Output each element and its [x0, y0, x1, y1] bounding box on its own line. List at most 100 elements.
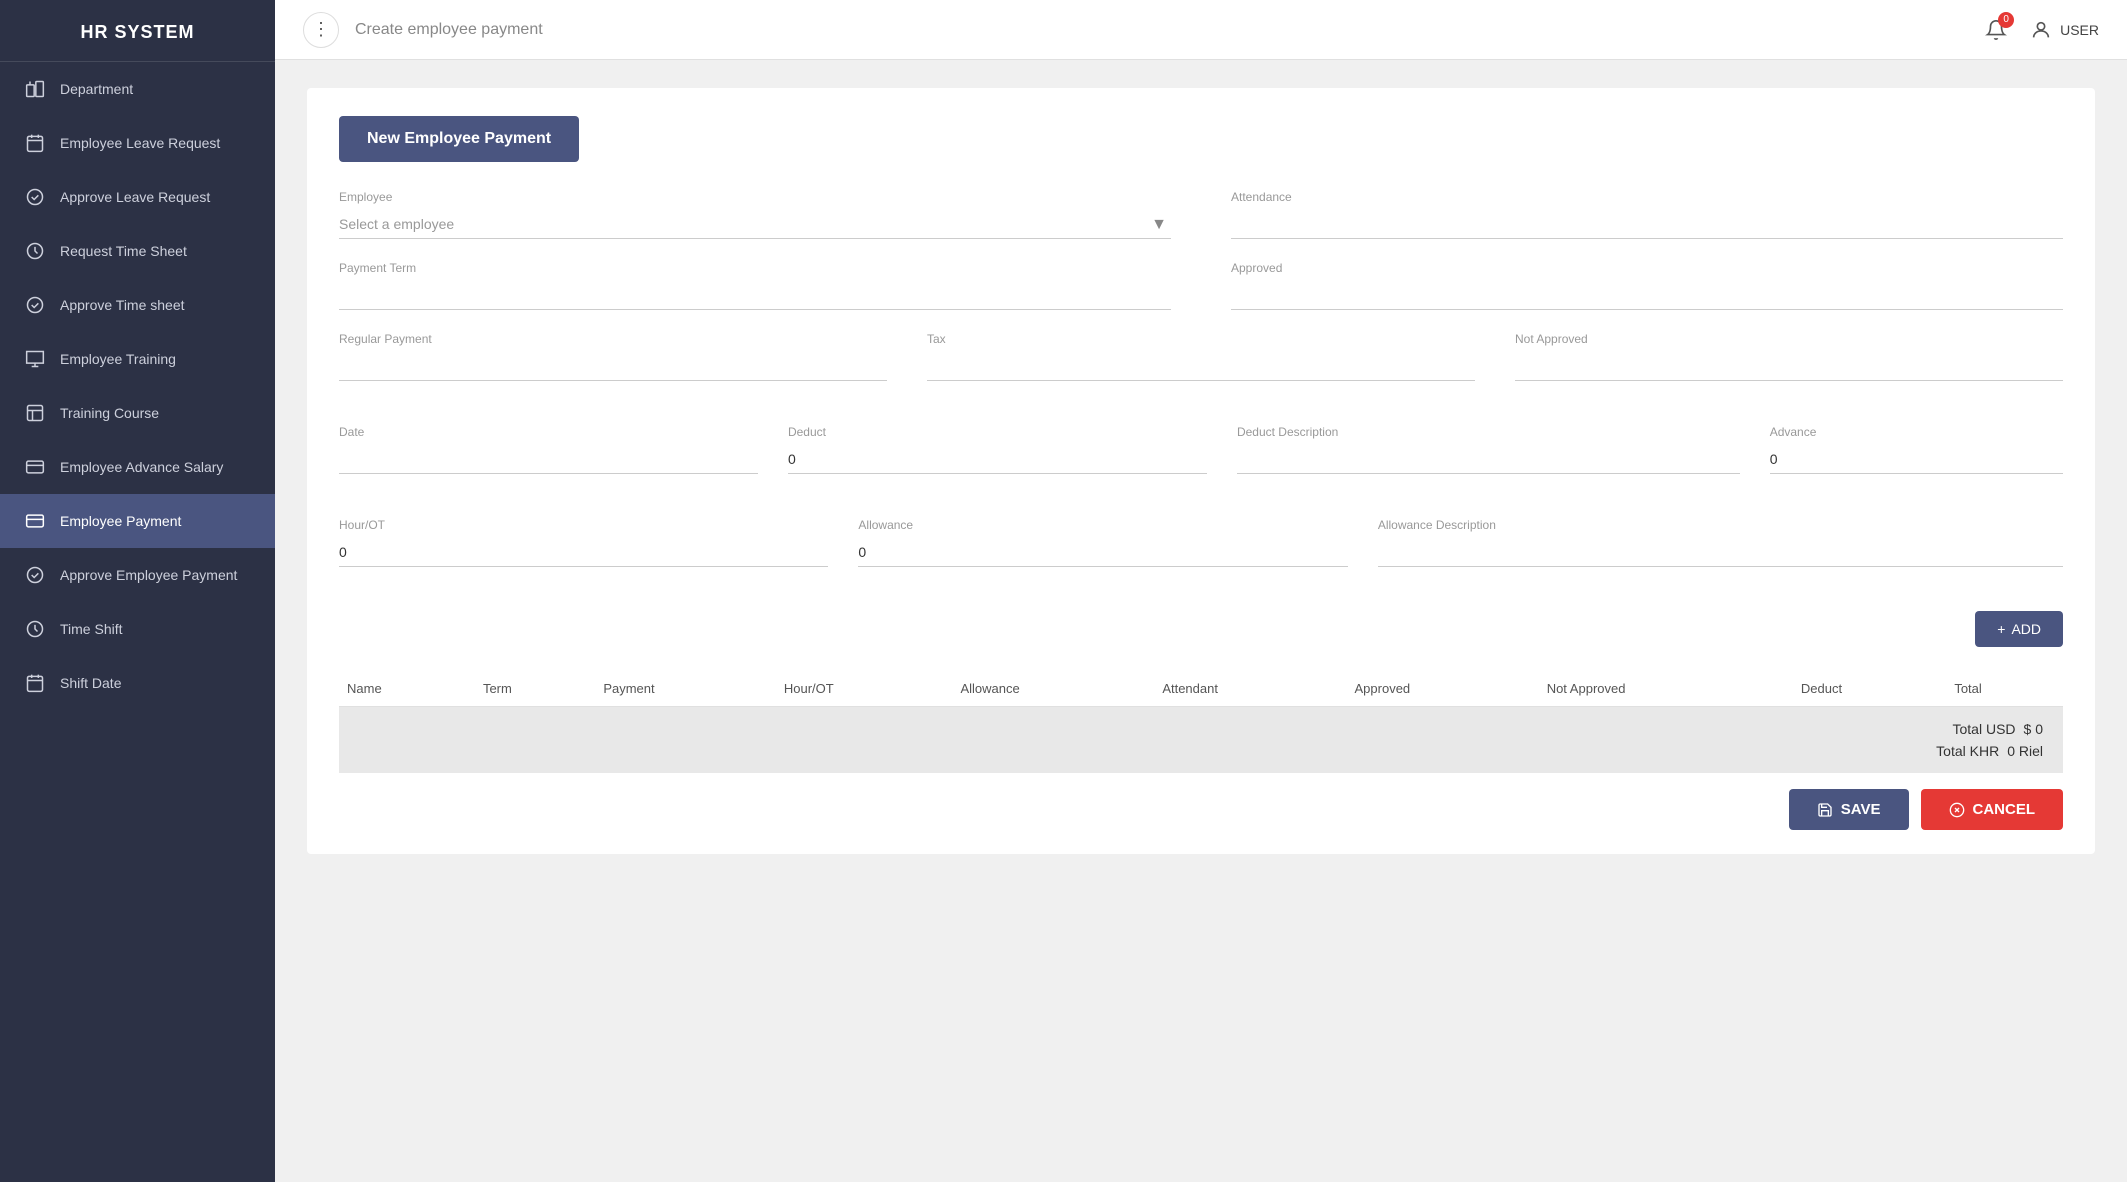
timeshift-icon [24, 618, 46, 640]
deduct-input[interactable] [788, 445, 1207, 474]
sidebar-label-shift-date: Shift Date [60, 675, 121, 691]
sidebar: HR SYSTEM Department Employee Leave Requ… [0, 0, 275, 1182]
allowance-field-group: Allowance [858, 518, 1347, 567]
sidebar-item-time-shift[interactable]: Time Shift [0, 602, 275, 656]
total-khr-value: 0 Riel [2007, 743, 2043, 759]
course-icon [24, 402, 46, 424]
not-approved-field-group: Not Approved [1515, 332, 2063, 381]
topbar: ⋮ Create employee payment 0 USER [275, 0, 2127, 60]
tax-input[interactable] [927, 352, 1475, 381]
not-approved-input[interactable] [1515, 352, 2063, 381]
col-deduct: Deduct [1793, 671, 1946, 707]
sidebar-label-department: Department [60, 81, 133, 97]
user-menu[interactable]: USER [2030, 19, 2099, 41]
col-term: Term [475, 671, 595, 707]
total-khr-label: Total KHR [1936, 743, 1999, 759]
sidebar-item-approve-time-sheet[interactable]: Approve Time sheet [0, 278, 275, 332]
employee-select[interactable]: Select a employee [339, 210, 1171, 239]
save-button[interactable]: SAVE [1789, 789, 1909, 830]
cancel-icon [1949, 802, 1965, 818]
sidebar-label-approve-time-sheet: Approve Time sheet [60, 297, 185, 313]
col-payment: Payment [595, 671, 776, 707]
page-title: Create employee payment [355, 21, 1964, 39]
deduct-desc-input[interactable] [1237, 445, 1740, 474]
regular-payment-field-group: Regular Payment [339, 332, 887, 381]
sidebar-label-approve-employee-payment: Approve Employee Payment [60, 567, 237, 583]
sidebar-item-training-course[interactable]: Training Course [0, 386, 275, 440]
col-name: Name [339, 671, 475, 707]
new-employee-payment-button[interactable]: New Employee Payment [339, 116, 579, 162]
payment-term-input[interactable] [339, 281, 1171, 310]
form-row-4: Date Deduct Deduct Description Advance [339, 425, 2063, 496]
form-row-2: Payment Term Approved [339, 261, 2063, 332]
sidebar-item-employee-leave-request[interactable]: Employee Leave Request [0, 116, 275, 170]
save-icon [1817, 802, 1833, 818]
user-label: USER [2060, 22, 2099, 38]
approve-icon [24, 186, 46, 208]
date-input[interactable] [339, 445, 758, 474]
approved-input[interactable] [1231, 281, 2063, 310]
sidebar-item-approve-leave-request[interactable]: Approve Leave Request [0, 170, 275, 224]
bottom-actions: SAVE CANCEL [339, 789, 2063, 830]
attendance-input[interactable] [1231, 210, 2063, 239]
sidebar-label-employee-advance-salary: Employee Advance Salary [60, 459, 223, 475]
app-title: HR SYSTEM [0, 0, 275, 62]
total-usd-label: Total USD [1953, 721, 2016, 737]
total-usd-value: $ 0 [2024, 721, 2043, 737]
hour-ot-field-group: Hour/OT [339, 518, 828, 567]
sidebar-item-employee-advance-salary[interactable]: Employee Advance Salary [0, 440, 275, 494]
regular-payment-input[interactable] [339, 352, 887, 381]
sidebar-item-department[interactable]: Department [0, 62, 275, 116]
col-allowance: Allowance [952, 671, 1154, 707]
hour-ot-input[interactable] [339, 538, 828, 567]
regular-payment-label: Regular Payment [339, 332, 887, 346]
form-row-1: Employee Select a employee ▼ Attendance [339, 190, 2063, 261]
sidebar-item-employee-payment[interactable]: Employee Payment [0, 494, 275, 548]
hour-ot-label: Hour/OT [339, 518, 828, 532]
date-label: Date [339, 425, 758, 439]
employee-select-wrapper: Select a employee ▼ [339, 210, 1171, 239]
not-approved-label: Not Approved [1515, 332, 2063, 346]
sidebar-label-employee-payment: Employee Payment [60, 513, 181, 529]
deduct-desc-field-group: Deduct Description [1237, 425, 1740, 474]
notification-button[interactable]: 0 [1980, 14, 2012, 46]
advance-field-group: Advance [1770, 425, 2063, 474]
allowance-desc-input[interactable] [1378, 538, 2063, 567]
tax-label: Tax [927, 332, 1475, 346]
sidebar-label-time-shift: Time Shift [60, 621, 123, 637]
allowance-desc-label: Allowance Description [1378, 518, 2063, 532]
add-button[interactable]: + ADD [1975, 611, 2063, 647]
totals-section: Total USD $ 0 Total KHR 0 Riel [339, 707, 2063, 773]
form-card: New Employee Payment Employee Select a e… [307, 88, 2095, 854]
cancel-button[interactable]: CANCEL [1921, 789, 2064, 830]
payment-term-field-group: Payment Term [339, 261, 1171, 310]
advance-label: Advance [1770, 425, 2063, 439]
col-not-approved: Not Approved [1539, 671, 1793, 707]
sidebar-label-approve-leave-request: Approve Leave Request [60, 189, 210, 205]
col-attendant: Attendant [1154, 671, 1346, 707]
sidebar-label-training-course: Training Course [60, 405, 159, 421]
add-btn-container: + ADD [339, 611, 2063, 659]
plus-icon: + [1997, 621, 2005, 637]
salary-icon [24, 456, 46, 478]
menu-button[interactable]: ⋮ [303, 12, 339, 48]
payment-table: Name Term Payment Hour/OT Allowance Atte… [339, 671, 2063, 707]
approved-label: Approved [1231, 261, 2063, 275]
approve3-icon [24, 564, 46, 586]
total-usd-row: Total USD $ 0 [1953, 721, 2044, 737]
advance-input[interactable] [1770, 445, 2063, 474]
cancel-label: CANCEL [1973, 801, 2036, 818]
department-icon [24, 78, 46, 100]
sidebar-label-request-time-sheet: Request Time Sheet [60, 243, 187, 259]
sidebar-item-employee-training[interactable]: Employee Training [0, 332, 275, 386]
sidebar-item-request-time-sheet[interactable]: Request Time Sheet [0, 224, 275, 278]
col-hour-ot: Hour/OT [776, 671, 953, 707]
allowance-input[interactable] [858, 538, 1347, 567]
deduct-label: Deduct [788, 425, 1207, 439]
user-icon [2030, 19, 2052, 41]
employee-label: Employee [339, 190, 1171, 204]
sidebar-item-approve-employee-payment[interactable]: Approve Employee Payment [0, 548, 275, 602]
deduct-field-group: Deduct [788, 425, 1207, 474]
training-icon [24, 348, 46, 370]
sidebar-item-shift-date[interactable]: Shift Date [0, 656, 275, 710]
